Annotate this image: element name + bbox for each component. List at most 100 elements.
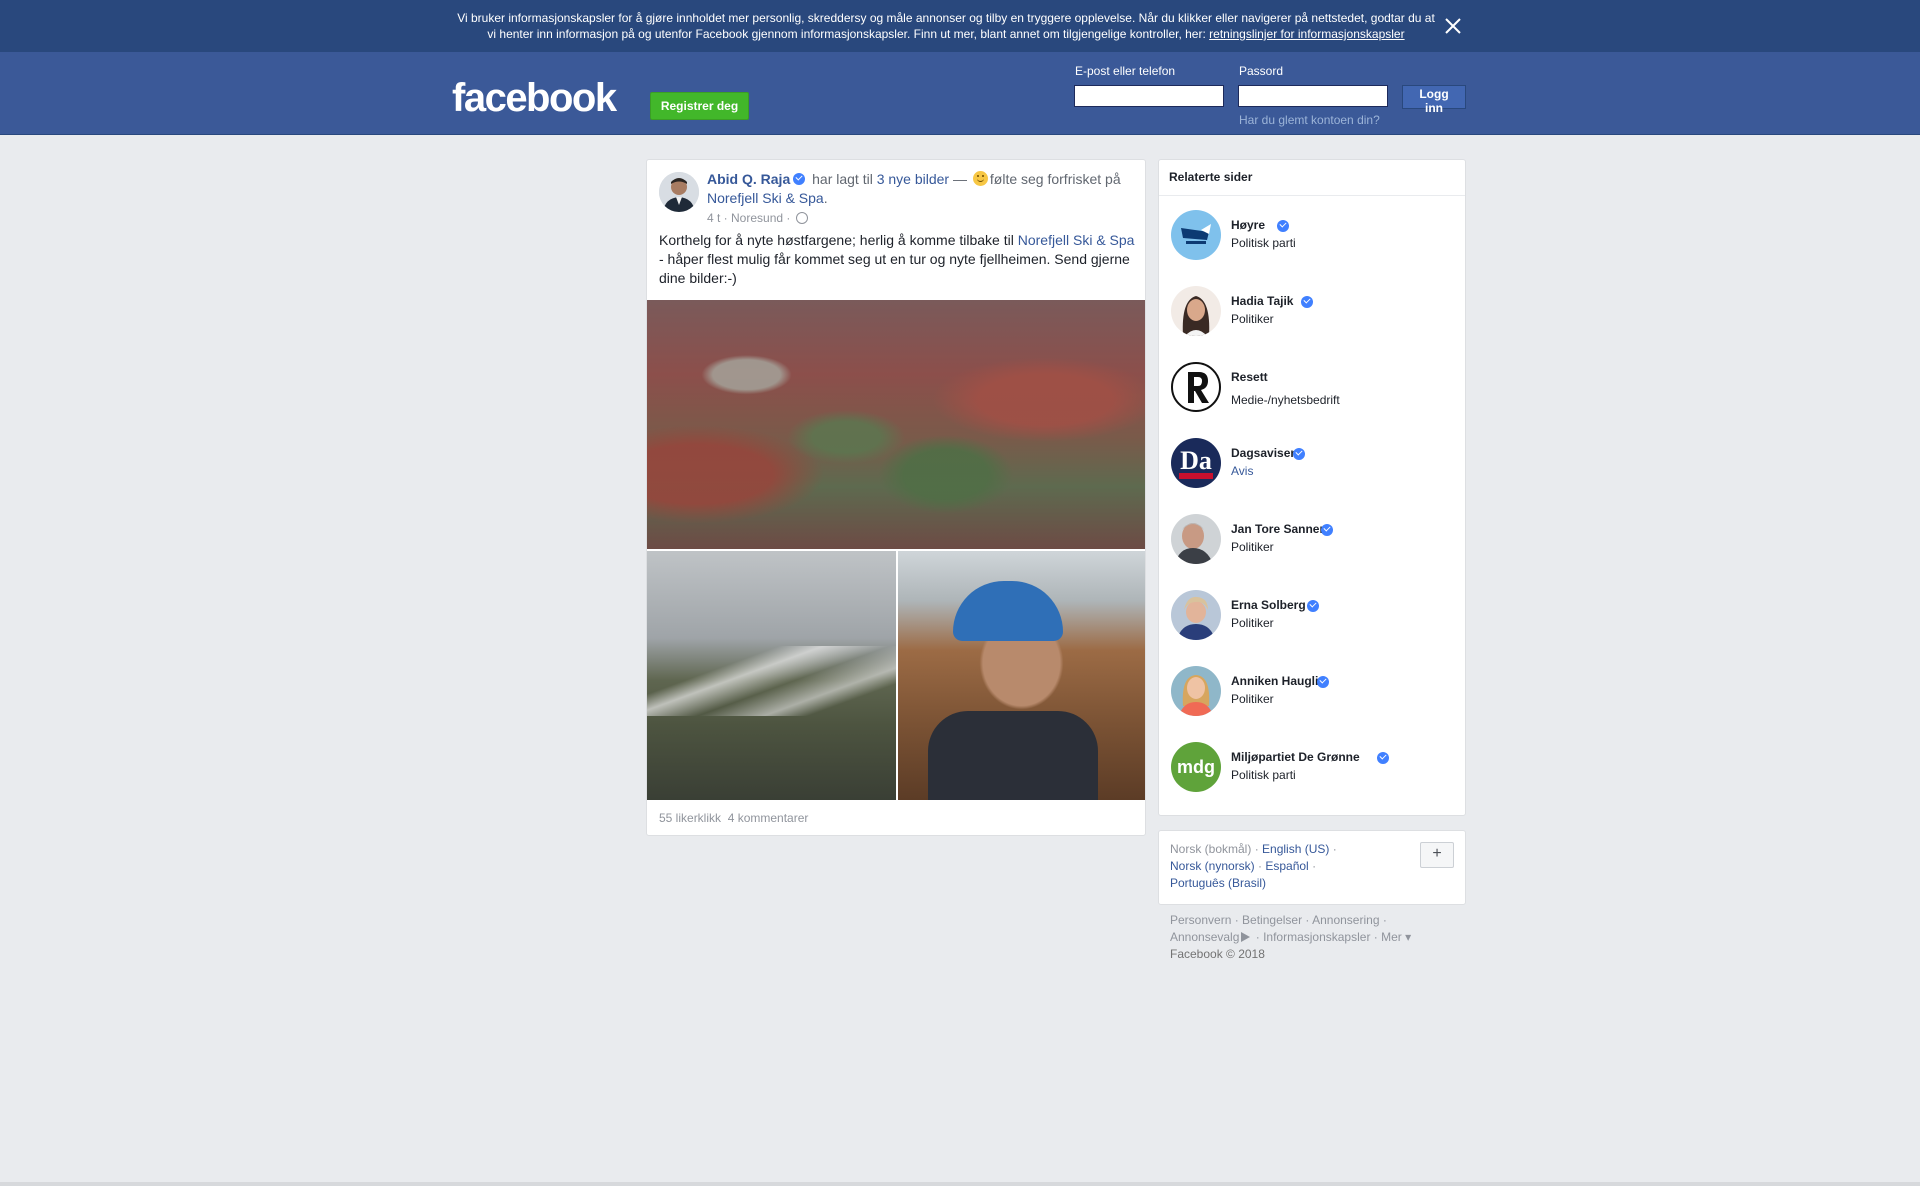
- place-link[interactable]: Norefjell Ski & Spa: [707, 190, 824, 206]
- footer-ads[interactable]: Annonsering: [1312, 913, 1379, 927]
- post-action-text: har lagt til: [812, 171, 873, 187]
- post-card: Abid Q. Raja har lagt til 3 nye bilder —…: [646, 159, 1146, 836]
- post-text-after: - håper flest mulig får kommet seg ut en…: [659, 251, 1130, 286]
- related-category: Politiker: [1231, 616, 1274, 630]
- cookie-notice: Vi bruker informasjonskapsler for å gjør…: [456, 10, 1436, 42]
- related-name[interactable]: Resett: [1231, 370, 1268, 384]
- forgot-account-link[interactable]: Har du glemt kontoen din?: [1239, 113, 1380, 127]
- dropdown-icon[interactable]: ▾: [1402, 930, 1411, 944]
- footer-terms[interactable]: Betingelser: [1242, 913, 1302, 927]
- post-time[interactable]: 4 t: [707, 211, 720, 225]
- verified-icon: [1317, 676, 1329, 688]
- related-item[interactable]: Hadia Tajik Politiker: [1159, 286, 1465, 346]
- anniken-hauglie-avatar: [1171, 666, 1221, 716]
- verified-icon: [1293, 448, 1305, 460]
- at-text: på: [1105, 171, 1121, 187]
- post-photo-2[interactable]: [647, 551, 896, 800]
- register-button[interactable]: Registrer deg: [650, 92, 749, 120]
- copyright: Facebook © 2018: [1170, 947, 1265, 961]
- verified-icon: [1301, 296, 1313, 308]
- post-photo-3[interactable]: [898, 551, 1145, 800]
- footer-adchoices[interactable]: Annonsevalg: [1170, 930, 1239, 944]
- related-category: Politiker: [1231, 540, 1274, 554]
- password-label: Passord: [1239, 64, 1284, 78]
- smile-emoji-icon: [972, 171, 988, 186]
- feeling-text: følte seg forfrisket: [989, 171, 1102, 187]
- verified-icon: [1321, 524, 1333, 536]
- window-bottom-edge: [0, 1182, 1920, 1186]
- footer-more[interactable]: Mer: [1381, 930, 1402, 944]
- resett-logo: [1171, 362, 1221, 412]
- footer: Personvern · Betingelser · Annonsering ·…: [1170, 913, 1412, 961]
- close-icon[interactable]: [1441, 14, 1465, 38]
- email-label: E-post eller telefon: [1075, 64, 1176, 78]
- related-category: Avis: [1231, 464, 1254, 478]
- language-selector-card: Norsk (bokmål) · English (US) · Norsk (n…: [1158, 830, 1466, 905]
- post-header: Abid Q. Raja har lagt til 3 nye bilder —…: [707, 170, 1127, 208]
- cookie-policy-link[interactable]: retningslinjer for informasjonskapsler: [1209, 27, 1404, 41]
- related-pages-title: Relaterte sider: [1169, 170, 1253, 184]
- divider: [1159, 195, 1465, 196]
- post-text-link[interactable]: Norefjell Ski & Spa: [1018, 232, 1135, 248]
- related-name[interactable]: Erna Solberg: [1231, 598, 1306, 612]
- hoyre-logo: [1171, 210, 1221, 260]
- svg-text:mdg: mdg: [1177, 757, 1215, 777]
- erna-solberg-avatar: [1171, 590, 1221, 640]
- related-category: Politiker: [1231, 692, 1274, 706]
- dash-separator: —: [953, 171, 967, 187]
- verified-icon: [793, 173, 806, 185]
- author-name[interactable]: Abid Q. Raja: [707, 171, 790, 187]
- related-name[interactable]: Jan Tore Sanner: [1231, 522, 1324, 536]
- author-avatar[interactable]: [659, 172, 699, 212]
- more-languages-button[interactable]: +: [1420, 842, 1454, 868]
- jan-tore-sanner-avatar: [1171, 514, 1221, 564]
- verified-icon: [1277, 220, 1289, 232]
- related-name[interactable]: Miljøpartiet De Grønne: [1231, 750, 1360, 764]
- period: .: [823, 190, 828, 206]
- related-name[interactable]: Hadia Tajik: [1231, 294, 1293, 308]
- email-field[interactable]: [1074, 85, 1224, 107]
- language-portuguese[interactable]: Português (Brasil): [1170, 876, 1266, 890]
- related-name[interactable]: Dagsavisen: [1231, 446, 1298, 460]
- related-name[interactable]: Anniken Hauglie: [1231, 674, 1325, 688]
- post-location[interactable]: Noresund: [731, 211, 783, 225]
- related-item[interactable]: Anniken Hauglie Politiker: [1159, 666, 1465, 726]
- post-photo-1[interactable]: [647, 300, 1145, 549]
- language-nynorsk[interactable]: Norsk (nynorsk): [1170, 859, 1255, 873]
- related-pages-card: Relaterte sider Høyre Politisk parti Had…: [1158, 159, 1466, 816]
- likes-count[interactable]: 55 likerklikk: [659, 811, 721, 825]
- password-field[interactable]: [1238, 85, 1388, 107]
- current-language: Norsk (bokmål): [1170, 842, 1252, 856]
- related-item[interactable]: Jan Tore Sanner Politiker: [1159, 514, 1465, 574]
- top-header: facebook Registrer deg E-post eller tele…: [0, 52, 1920, 135]
- related-name[interactable]: Høyre: [1231, 218, 1265, 232]
- related-category: Politiker: [1231, 312, 1274, 326]
- dagsavisen-logo: Da: [1171, 438, 1221, 488]
- language-list: Norsk (bokmål) · English (US) · Norsk (n…: [1170, 842, 1337, 890]
- globe-icon[interactable]: [795, 212, 808, 224]
- language-spanish[interactable]: Español: [1265, 859, 1308, 873]
- cookie-banner: Vi bruker informasjonskapsler for å gjør…: [0, 0, 1920, 53]
- login-button[interactable]: Logg inn: [1402, 85, 1466, 115]
- hadia-tajik-avatar: [1171, 286, 1221, 336]
- verified-icon: [1307, 600, 1319, 612]
- related-item[interactable]: Da Dagsavisen Avis: [1159, 438, 1465, 498]
- related-category: Politisk parti: [1231, 236, 1296, 250]
- related-category: Politisk parti: [1231, 768, 1296, 782]
- verified-icon: [1377, 752, 1389, 764]
- related-item[interactable]: Høyre Politisk parti: [1159, 210, 1465, 270]
- photos-link[interactable]: 3 nye bilder: [877, 171, 949, 187]
- language-english[interactable]: English (US): [1262, 842, 1329, 856]
- footer-cookies[interactable]: Informasjonskapsler: [1263, 930, 1370, 944]
- footer-privacy[interactable]: Personvern: [1170, 913, 1231, 927]
- post-meta: 4 t · Noresund ·: [707, 211, 808, 225]
- post-text-before: Korthelg for å nyte høstfargene; herlig …: [659, 232, 1014, 248]
- related-item[interactable]: Erna Solberg Politiker: [1159, 590, 1465, 650]
- adchoices-icon: [1241, 932, 1251, 942]
- comments-count[interactable]: 4 kommentarer: [728, 811, 809, 825]
- facebook-logo[interactable]: facebook: [452, 76, 617, 121]
- mdg-logo: mdg: [1171, 742, 1221, 792]
- related-item[interactable]: Resett Medie-/nyhetsbedrift: [1159, 362, 1465, 422]
- post-body: Korthelg for å nyte høstfargene; herlig …: [659, 231, 1135, 288]
- related-item[interactable]: mdg Miljøpartiet De Grønne Politisk part…: [1159, 742, 1465, 802]
